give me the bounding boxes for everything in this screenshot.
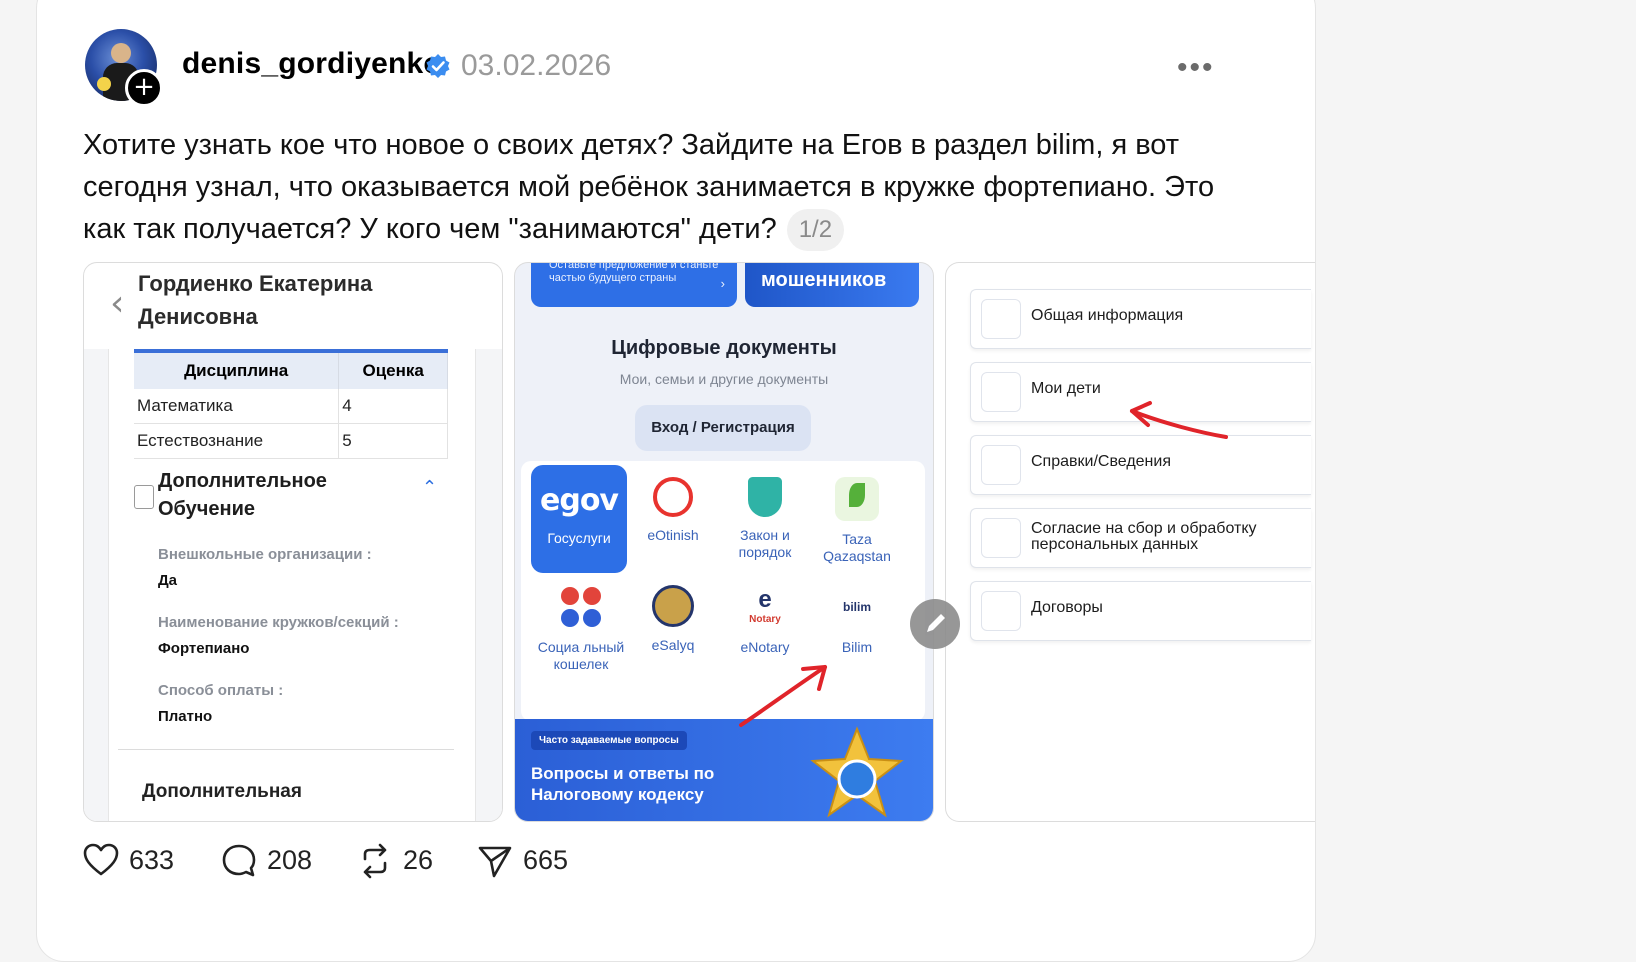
table-cell: 5	[338, 423, 448, 459]
wallet-dots-icon	[559, 585, 603, 629]
field-label: Способ оплаты :	[158, 682, 284, 699]
like-count: 633	[129, 845, 175, 875]
building-icon	[981, 299, 1021, 339]
share-count: 665	[523, 845, 569, 875]
egov-tile: egov Госуслуги	[531, 465, 627, 573]
post-body: Хотите узнать кое что новое о своих детя…	[83, 129, 1215, 245]
attached-image-3[interactable]: Общая информация Мои дети Справки/Сведен…	[945, 262, 1315, 822]
table-header: Дисциплина	[134, 349, 340, 389]
services-grid: egov Госуслуги eOtinish Закон и порядок …	[521, 461, 925, 721]
service-zakon: Закон и порядок	[717, 477, 813, 561]
child-name-title: Гордиенко Екатерина Денисовна	[138, 271, 373, 329]
faq-pill: Часто задаваемые вопросы	[531, 731, 687, 750]
follow-plus-icon[interactable]: +	[125, 69, 163, 107]
promo-banner: Оставьте предложение и станьте частью бу…	[531, 262, 737, 307]
contract-icon	[981, 591, 1021, 631]
grades-table: Дисциплина Оценка Математика 4 Естествоз…	[134, 349, 448, 459]
service-taza: Taza Qazaqstan	[809, 477, 905, 565]
field-label: Наименование кружков/секций :	[158, 614, 399, 631]
table-cell: Математика	[134, 389, 340, 424]
verified-badge-icon	[426, 54, 450, 78]
service-label: Bilim	[841, 639, 873, 655]
comment-bubble-icon	[222, 844, 256, 877]
field-value: Да	[158, 572, 178, 589]
faq-text: Вопросы и ответы по Налоговому кодексу	[531, 764, 715, 804]
cutoff-heading: Дополнительная	[142, 781, 302, 802]
menu-item-consent: Согласие на сбор и обработку персональны…	[970, 508, 1311, 568]
service-label: Закон и порядок	[738, 527, 792, 560]
field-value: Фортепиано	[158, 640, 250, 657]
heart-icon	[83, 843, 119, 876]
table-row: Естествознание 5	[134, 423, 448, 459]
star-badge-icon	[810, 726, 904, 818]
fraud-banner: мошенников	[745, 263, 919, 307]
menu-item-label: Договоры	[1031, 599, 1103, 616]
collapse-chevron-icon: ⌃	[422, 477, 438, 498]
shield-icon	[748, 477, 782, 517]
red-arrow-annotation	[1130, 401, 1228, 439]
table-header: Оценка	[338, 349, 448, 389]
service-label: eNotary	[740, 639, 790, 655]
leaf-icon	[835, 477, 879, 521]
send-icon	[478, 846, 512, 878]
table-row: Математика 4	[134, 389, 448, 424]
service-bilim: bilim Bilim	[809, 585, 905, 656]
menu-item-contracts: Договоры	[970, 581, 1311, 641]
repost-count: 26	[403, 845, 434, 875]
menu-item-label: Мои дети	[1031, 380, 1101, 397]
service-label: eOtinish	[647, 527, 699, 543]
document-icon	[981, 445, 1021, 485]
login-button: Вход / Регистрация	[635, 405, 811, 451]
service-esalyq: eSalyq	[625, 585, 721, 654]
menu-item-label: Согласие на сбор и обработку персональны…	[1031, 520, 1257, 553]
back-chevron-icon: ‹	[110, 283, 125, 324]
more-options-icon[interactable]: •••	[1177, 51, 1215, 85]
faq-banner: Часто задаваемые вопросы Вопросы и ответ…	[515, 719, 933, 821]
eotinish-icon	[653, 477, 693, 517]
notary-icon: e Notary	[749, 586, 781, 625]
docs-subtitle: Мои, семьи и другие документы	[619, 371, 829, 387]
egov-logo: egov	[540, 483, 619, 518]
red-arrow-annotation	[739, 665, 827, 727]
promo-banner-text: Оставьте предложение и станьте частью бу…	[549, 262, 719, 284]
attached-image-2[interactable]: Оставьте предложение и станьте частью бу…	[514, 262, 934, 822]
table-cell: Естествознание	[134, 423, 340, 459]
bilim-icon: bilim	[842, 600, 871, 614]
egov-label: Госуслуги	[547, 530, 611, 546]
repost-icon	[363, 843, 387, 879]
field-label: Внешкольные организации :	[158, 546, 372, 563]
service-eotinish: eOtinish	[625, 477, 721, 544]
service-wallet: Социа льный кошелек	[533, 585, 629, 673]
consent-document-icon	[981, 518, 1021, 558]
menu-item-label: Справки/Сведения	[1031, 453, 1171, 470]
field-value: Платно	[158, 708, 213, 725]
document-icon	[134, 485, 154, 509]
comment-count: 208	[267, 845, 313, 875]
chevron-right-icon: ›	[720, 276, 725, 291]
menu-item-label: Общая информация	[1031, 307, 1184, 324]
service-label: Социа льный кошелек	[537, 639, 625, 672]
table-cell: 4	[338, 389, 448, 424]
pencil-icon	[927, 614, 945, 632]
edit-pencil-button[interactable]	[910, 599, 960, 649]
post-text: Хотите узнать кое что новое о своих детя…	[83, 124, 1263, 252]
post-date: 03.02.2026	[461, 49, 612, 82]
family-icon	[981, 372, 1021, 412]
docs-title: Цифровые документы	[611, 337, 837, 359]
service-enotary: e Notary eNotary	[717, 585, 813, 656]
username[interactable]: denis_gordiyenko	[182, 47, 442, 81]
attached-image-1[interactable]: ‹ Гордиенко Екатерина Денисовна Дисципли…	[83, 262, 503, 822]
service-label: eSalyq	[651, 637, 695, 653]
section-title: Дополнительное Обучение	[158, 470, 327, 520]
service-label: Taza Qazaqstan	[823, 531, 891, 564]
image-counter: 1/2	[786, 209, 845, 252]
emblem-icon	[652, 585, 694, 627]
post-card: + denis_gordiyenko 03.02.2026 ••• Хотите…	[36, 0, 1316, 962]
menu-item-general: Общая информация	[970, 289, 1311, 349]
